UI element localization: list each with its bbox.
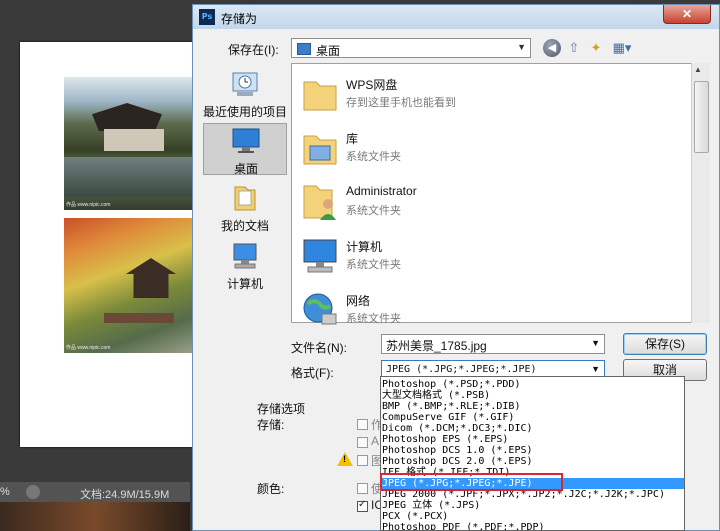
desktop-icon: [297, 43, 311, 55]
back-button[interactable]: ◀: [543, 39, 561, 57]
item-sub: 系统文件夹: [346, 313, 401, 325]
documents-folder-icon: [234, 186, 256, 211]
save-options-title: 存储选项: [257, 402, 306, 416]
item-name: 计算机: [346, 240, 383, 254]
color-label: 颜色:: [257, 482, 285, 496]
place-label: 桌面: [233, 162, 258, 176]
image-strip: [0, 502, 190, 531]
format-option[interactable]: Photoshop DCS 2.0 (*.EPS): [381, 456, 684, 467]
scroll-up-icon[interactable]: ▲: [694, 65, 702, 74]
library-icon: [303, 135, 337, 165]
chevron-down-icon: ▼: [517, 42, 526, 52]
list-item[interactable]: 计算机 系统文件夹: [296, 232, 676, 284]
bridge: [104, 313, 174, 323]
desktop-icon: [232, 128, 260, 153]
format-option[interactable]: Dicom (*.DCM;*.DC3;*.DIC): [381, 423, 684, 434]
new-folder-button[interactable]: ✦: [587, 39, 605, 57]
format-option[interactable]: CompuServe GIF (*.GIF): [381, 412, 684, 423]
filename-value: 苏州美景_1785.jpg: [386, 339, 487, 353]
garden-photo-2: 作品 www.nipic.com: [64, 218, 194, 353]
scroll-thumb[interactable]: [694, 81, 709, 153]
status-bar: % 文档:24.9M/15.9M: [0, 482, 190, 502]
format-option[interactable]: Photoshop PDF (*.PDF;*.PDP): [381, 522, 684, 530]
photoshop-icon: Ps: [199, 9, 215, 25]
user-folder-icon: [303, 185, 336, 220]
up-folder-button[interactable]: ⇧: [565, 39, 583, 57]
place-desktop[interactable]: 桌面: [203, 123, 287, 176]
item-name: 库: [346, 132, 359, 146]
places-bar: 最近使用的项目 桌面 我的文档 计算机: [203, 63, 287, 291]
format-option[interactable]: Photoshop EPS (*.EPS): [381, 434, 684, 445]
item-name: Administrator: [346, 184, 417, 198]
place-label: 我的文档: [220, 219, 269, 233]
chevron-down-icon: ▼: [591, 364, 600, 374]
place-recent[interactable]: 最近使用的项目: [203, 67, 287, 119]
zoom-percent: %: [0, 486, 10, 498]
save-label: 存储:: [257, 418, 285, 432]
file-list: WPS网盘 存到这里手机也能看到 库 系统文件夹 Administrator 系…: [291, 63, 693, 325]
format-option[interactable]: Photoshop DCS 1.0 (*.EPS): [381, 445, 684, 456]
item-sub: 系统文件夹: [346, 259, 401, 271]
pavilion-wall: [104, 129, 164, 151]
folder-icon: [303, 81, 337, 111]
option-checkbox[interactable]: [357, 455, 368, 466]
dialog-title: 存储为: [221, 12, 258, 26]
save-in-label: 保存在(I):: [228, 43, 279, 57]
dialog-titlebar[interactable]: Ps 存储为 ✕: [193, 5, 719, 29]
warning-mark: !: [343, 454, 346, 464]
recent-items-icon: [232, 72, 258, 96]
doc-size: 文档:24.9M/15.9M: [80, 489, 170, 501]
option-label: A: [371, 434, 380, 448]
check-icon: ✓: [358, 499, 367, 510]
option-checkbox[interactable]: [357, 437, 368, 448]
photo-caption: 作品 www.nipic.com: [66, 345, 111, 351]
format-value: JPEG (*.JPG;*.JPEG;*.JPE): [386, 364, 537, 375]
save-in-value: 桌面: [316, 44, 341, 58]
option-checkbox[interactable]: [357, 419, 368, 430]
item-name: 网络: [346, 294, 371, 308]
format-option[interactable]: BMP (*.BMP;*.RLE;*.DIB): [381, 401, 684, 412]
place-computer[interactable]: 计算机: [203, 239, 287, 291]
garden-photo-1: 作品 www.nipic.com: [64, 77, 194, 210]
place-label: 计算机: [226, 277, 263, 291]
save-in-dropdown[interactable]: 桌面 ▼: [291, 38, 531, 58]
option-checkbox[interactable]: ✓: [357, 499, 368, 512]
pond-water: [64, 157, 194, 197]
computer-icon: [233, 243, 257, 269]
close-button[interactable]: ✕: [663, 5, 711, 24]
annotation-highlight-box: [380, 473, 563, 491]
file-list-scrollbar[interactable]: ▲: [691, 63, 710, 323]
item-sub: 存到这里手机也能看到: [346, 97, 456, 109]
save-button[interactable]: 保存(S): [623, 333, 707, 355]
network-icon: [303, 293, 337, 325]
computer-icon: [303, 239, 337, 273]
format-dropdown-list: Photoshop (*.PSD;*.PDD) 大型文档格式 (*.PSB) BMP…: [380, 376, 685, 531]
item-sub: 系统文件夹: [346, 205, 401, 217]
filename-field[interactable]: 苏州美景_1785.jpg ▼: [381, 334, 605, 354]
format-option[interactable]: Photoshop (*.PSD;*.PDD): [381, 379, 684, 390]
item-sub: 系统文件夹: [346, 151, 401, 163]
list-item[interactable]: Administrator 系统文件夹: [296, 178, 676, 230]
format-option[interactable]: JPEG 立体 (*.JPS): [381, 500, 684, 511]
chevron-down-icon[interactable]: ▼: [591, 338, 600, 348]
pavilion-roof: [92, 103, 162, 131]
filename-label: 文件名(N):: [291, 341, 347, 355]
format-option[interactable]: PCX (*.PCX): [381, 511, 684, 522]
list-item[interactable]: 库 系统文件夹: [296, 124, 676, 176]
place-documents[interactable]: 我的文档: [203, 181, 287, 233]
list-item[interactable]: 网络 系统文件夹: [296, 286, 676, 338]
format-label: 格式(F):: [291, 366, 334, 380]
list-item[interactable]: WPS网盘 存到这里手机也能看到: [296, 70, 676, 122]
pavilion: [126, 258, 176, 298]
photo-caption: 作品 www.nipic.com: [66, 202, 111, 208]
option-checkbox[interactable]: [357, 483, 368, 494]
status-nav-icon[interactable]: [26, 485, 40, 499]
format-option[interactable]: 大型文档格式 (*.PSB): [381, 390, 684, 401]
place-label: 最近使用的项目: [203, 105, 288, 119]
view-menu-button[interactable]: ▦▾: [609, 39, 635, 57]
item-name: WPS网盘: [346, 78, 398, 92]
